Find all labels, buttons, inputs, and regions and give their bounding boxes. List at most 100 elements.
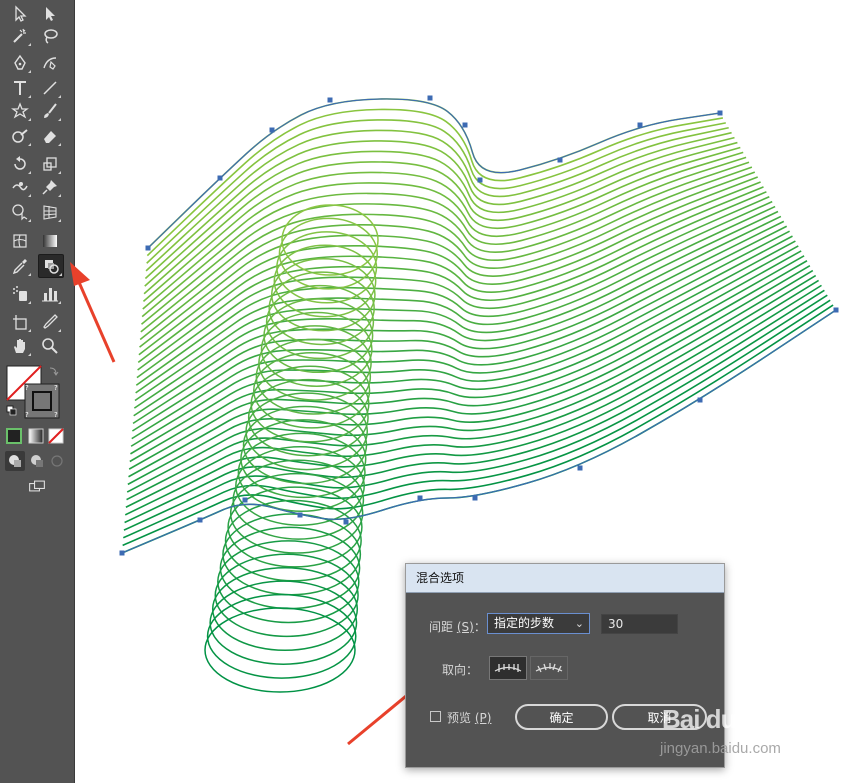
spacing-dropdown[interactable]: 指定的步数 ⌄ [487, 613, 590, 634]
pen-tool[interactable] [8, 52, 32, 74]
anchor-point [833, 307, 839, 313]
slice-tool[interactable] [38, 311, 62, 333]
anchor-point [637, 122, 643, 128]
none-mode-button[interactable] [46, 426, 66, 446]
shaper-icon [12, 129, 28, 143]
blend-tube-steps [204, 204, 379, 693]
wave-step-line [134, 210, 779, 402]
wave-step-line [122, 304, 834, 547]
anchor-point [477, 177, 483, 183]
shape-builder-icon [12, 204, 28, 221]
ok-button[interactable]: 确定 [515, 704, 608, 730]
spacing-label: 间距 (S)： [429, 620, 486, 634]
align-to-path-icon [535, 663, 563, 673]
line-segment-icon [43, 81, 57, 95]
scale-tool[interactable] [38, 153, 62, 175]
none-swatch-icon [48, 428, 64, 444]
magic-wand-tool[interactable] [8, 25, 32, 47]
blend-icon [45, 260, 59, 274]
mesh-tool[interactable] [8, 230, 32, 252]
warp-tool[interactable] [8, 176, 32, 198]
curvature-tool[interactable] [38, 52, 62, 74]
star-tool[interactable] [8, 100, 32, 122]
blend-spine-paths [121, 98, 837, 554]
eyedropper-tool[interactable] [8, 255, 32, 277]
gradient-icon [43, 235, 57, 247]
cancel-button[interactable]: 取消 [612, 704, 707, 730]
anchor-point [343, 519, 349, 525]
dialog-title: 混合选项 [406, 564, 724, 593]
align-to-page-button[interactable] [489, 656, 527, 680]
perspective-grid-tool[interactable] [38, 201, 62, 223]
hand-icon [14, 339, 25, 353]
artboard-tool[interactable] [8, 311, 32, 333]
screen-mode-button[interactable] [24, 476, 50, 496]
svg-text:?: ? [25, 384, 29, 392]
anchor-point [462, 122, 468, 128]
align-to-page-icon [494, 664, 522, 672]
draw-normal-button[interactable] [5, 451, 25, 471]
puppet-warp-tool[interactable] [38, 176, 62, 198]
anchor-point [242, 497, 248, 503]
eraser-tool[interactable] [38, 125, 62, 147]
column-graph-tool[interactable] [38, 283, 62, 305]
eraser-icon [44, 131, 56, 143]
hand-tool[interactable] [8, 335, 32, 357]
specified-steps-input[interactable]: 30 [601, 614, 678, 634]
pushpin-icon [42, 180, 57, 195]
anchor-point [269, 127, 275, 133]
spacing-dropdown-value: 指定的步数 [494, 616, 555, 630]
eyedropper-icon [12, 259, 27, 275]
symbol-sprayer-tool[interactable] [8, 283, 32, 305]
lasso-icon [44, 29, 58, 44]
wave-step-line [142, 151, 744, 310]
wave-step-line [133, 215, 782, 409]
draw-behind-icon [31, 455, 43, 467]
line-segment-tool[interactable] [38, 77, 62, 99]
warp-icon [12, 182, 28, 191]
color-mode-button[interactable] [4, 426, 24, 446]
blend-wave-steps [121, 98, 837, 554]
svg-text:?: ? [25, 411, 29, 419]
blend-tool[interactable] [38, 254, 64, 278]
symbol-sprayer-icon [13, 286, 27, 301]
selection-arrow-icon [15, 5, 27, 22]
anchor-point [145, 245, 151, 251]
preview-checkbox[interactable] [430, 711, 441, 722]
anchor-point [577, 465, 583, 471]
perspective-grid-icon [43, 205, 57, 220]
wave-step-line [142, 146, 741, 302]
pen-nib-icon [14, 54, 26, 70]
gradient-swatch-icon [28, 428, 44, 444]
align-to-path-button[interactable] [530, 656, 568, 680]
gradient-mode-button[interactable] [26, 426, 46, 446]
blend-options-dialog: 混合选项 间距 (S)： 指定的步数 ⌄ 30 取向： 预览 (P) 确定 取消 [405, 563, 725, 768]
gradient-tool[interactable] [38, 230, 62, 252]
rotate-tool[interactable] [8, 153, 32, 175]
draw-behind-button[interactable] [27, 451, 47, 471]
magic-wand-icon [13, 28, 26, 43]
fill-stroke-swatches[interactable]: ? ? ? ? [4, 363, 68, 421]
lasso-tool[interactable] [38, 25, 62, 47]
preview-label: 预览 (P) [447, 711, 492, 725]
draw-inside-button[interactable] [47, 451, 67, 471]
zoom-tool[interactable] [38, 335, 62, 357]
shaper-tool[interactable] [8, 125, 32, 147]
selection-tool[interactable] [8, 3, 32, 25]
mesh-icon [13, 234, 27, 248]
type-tool[interactable] [8, 77, 32, 99]
chevron-down-icon: ⌄ [574, 617, 584, 630]
star-icon [11, 102, 29, 119]
rotate-icon [14, 156, 26, 170]
draw-normal-icon [9, 455, 21, 467]
wave-step-line [137, 191, 767, 371]
color-swatch-icon [6, 428, 22, 444]
paintbrush-tool[interactable] [38, 100, 62, 122]
wave-step-line [127, 264, 811, 486]
anchor-point [427, 95, 433, 101]
direct-selection-tool[interactable] [38, 3, 62, 25]
curvature-pen-icon [43, 57, 57, 70]
anchor-point [717, 110, 723, 116]
shape-builder-tool[interactable] [8, 201, 32, 223]
slice-knife-icon [43, 314, 58, 329]
